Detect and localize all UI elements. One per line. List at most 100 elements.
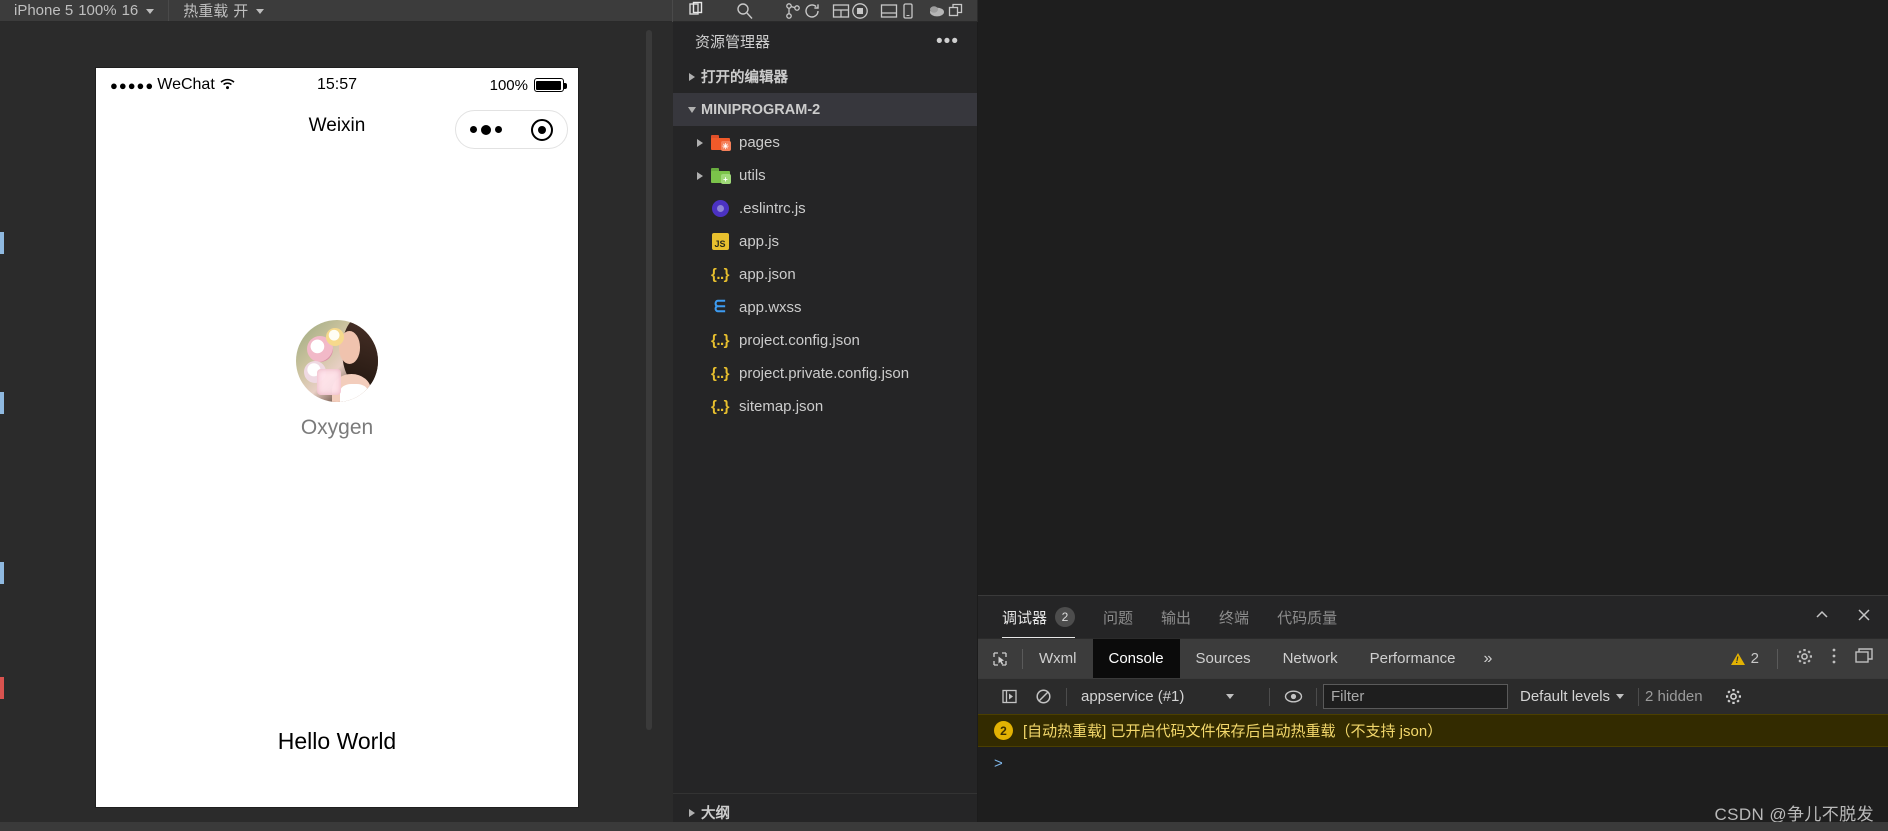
activity-icon-group [672,0,948,22]
devtools-settings-gear-icon[interactable] [1796,648,1813,670]
bottom-strip [0,822,1888,831]
chrome-tab-sources[interactable]: Sources [1180,639,1267,678]
toolbar-divider [1066,687,1067,706]
tree-item-label: app.wxss [739,299,802,316]
inspect-element-icon[interactable] [978,639,1022,678]
dock-side-icon[interactable] [1855,647,1874,670]
chevron-up-icon[interactable] [1814,607,1830,627]
simulator-scrollbar[interactable] [646,30,652,730]
carrier-label: WeChat [157,76,215,93]
chrome-tab-label: Wxml [1039,650,1077,667]
tab-debugger[interactable]: 调试器 2 [1002,596,1076,638]
debug-panel-icon[interactable] [878,0,900,22]
section-open-editors[interactable]: 打开的编辑器 [673,60,977,93]
warning-count-label: 2 [1750,650,1759,667]
console-prompt[interactable]: > [978,747,1888,772]
chevron-down-icon [1616,694,1625,699]
chrome-tab-label: Console [1108,650,1164,667]
tree-item-label: sitemap.json [739,398,824,415]
editor-area[interactable] [978,0,1888,595]
explorer-sidebar: 资源管理器 ••• 打开的编辑器 MINIPROGRAM-2 ✳ pages +… [673,22,978,831]
avatar[interactable] [296,320,378,402]
tree-item-app-json[interactable]: {..} app.json [673,258,977,291]
source-control-icon[interactable] [782,0,804,22]
tab-code-quality[interactable]: 代码质量 [1277,596,1337,638]
copy-icon[interactable] [945,0,967,22]
tree-item-project-private-config[interactable]: {..} project.private.config.json [673,357,977,390]
tab-terminal-label: 终端 [1219,609,1250,627]
console-context-selector[interactable]: appservice (#1) [1073,688,1263,705]
devtools-panel-actions [1814,596,1872,638]
console-toolbar: appservice (#1) Default levels 2 hidden [978,678,1888,714]
tree-item-eslintrc[interactable]: .eslintrc.js [673,192,977,225]
tree-item-app-wxss[interactable]: ᗱ app.wxss [673,291,977,324]
chrome-tab-network[interactable]: Network [1267,639,1354,678]
cloud-icon[interactable] [926,0,948,22]
layout-icon[interactable] [830,0,852,22]
tree-item-pages[interactable]: ✳ pages [673,126,977,159]
console-message-warning[interactable]: 2 [自动热重载] 已开启代码文件保存后自动热重载（不支持 json） [978,714,1888,747]
simulator-device-label: iPhone 5 [14,2,74,19]
weixin-capsule[interactable] [455,110,568,149]
eslint-icon [709,200,731,217]
target-circle-icon[interactable] [530,118,553,141]
tree-item-label: project.config.json [739,332,860,349]
chevron-right-icon [691,139,709,147]
simulator-device-selector[interactable]: iPhone 5 100% 16 [0,0,168,21]
tab-problems[interactable]: 问题 [1103,596,1133,638]
chrome-tab-wxml[interactable]: Wxml [1023,639,1093,678]
devtools-panel-tabs: 调试器 2 问题 输出 终端 代码质量 [978,596,1888,638]
simulator-area: ●●●●● WeChat 15:57 100% Weixin Oxygen He… [0,22,672,831]
tree-item-label: utils [739,167,766,184]
more-dots-icon[interactable] [470,124,503,135]
chrome-tabs-overflow-icon[interactable]: » [1471,639,1504,678]
hot-reload-selector[interactable]: 热重载 开 [169,0,278,21]
tab-debugger-badge: 2 [1055,607,1076,627]
chevron-right-icon [691,172,709,180]
tab-terminal[interactable]: 终端 [1219,596,1249,638]
tree-item-app-js[interactable]: JS app.js [673,225,977,258]
section-project-root[interactable]: MINIPROGRAM-2 [673,93,977,126]
search-icon[interactable] [734,0,756,22]
console-settings-gear-icon[interactable] [1717,679,1751,714]
json-icon: {..} [710,365,730,382]
json-icon: {..} [710,398,730,415]
chrome-tab-console[interactable]: Console [1092,639,1180,678]
tree-item-project-config[interactable]: {..} project.config.json [673,324,977,357]
step-into-icon[interactable] [992,679,1026,714]
hot-reload-state: 开 [233,3,249,20]
chrome-tab-label: Performance [1369,650,1456,667]
console-log-levels-selector[interactable]: Default levels [1520,688,1625,705]
tab-output[interactable]: 输出 [1161,596,1191,638]
explorer-more-icon[interactable]: ••• [936,32,959,51]
wifi-icon [220,75,235,95]
tree-item-label: app.json [739,266,796,283]
devtools-panel: 调试器 2 问题 输出 终端 代码质量 Wxml Console Sources… [978,595,1888,831]
toolbar-divider [1316,687,1317,706]
hot-reload-label: 热重载 [183,3,229,20]
live-expression-icon[interactable] [1276,679,1310,714]
close-icon[interactable] [1856,607,1872,627]
hello-world-text: Hello World [277,728,397,754]
devtools-kebab-menu-icon[interactable] [1831,647,1837,670]
tree-item-sitemap-json[interactable]: {..} sitemap.json [673,390,977,423]
chrome-tabs-right-actions: 2 [1730,639,1888,678]
css-icon: ᗱ [714,298,726,316]
nickname-label: Oxygen [300,416,374,439]
page-title: Weixin [308,115,366,136]
phone-simulator[interactable]: ●●●●● WeChat 15:57 100% Weixin Oxygen He… [96,68,578,807]
clear-console-icon[interactable] [1026,679,1060,714]
tree-item-utils[interactable]: + utils [673,159,977,192]
folder-icon: + [709,168,731,184]
tab-code-quality-label: 代码质量 [1277,609,1338,627]
chevron-down-icon [1226,694,1235,699]
chevron-down-icon [683,107,701,113]
chrome-tab-performance[interactable]: Performance [1354,639,1472,678]
warning-count-chip[interactable]: 2 [1730,650,1759,667]
chrome-tab-label: Sources [1195,650,1251,667]
explorer-icon[interactable] [686,0,708,22]
status-time: 15:57 [316,76,358,93]
console-filter-input[interactable] [1323,684,1508,709]
app-root: iPhone 5 100% 16 热重载 开 ●●●●● WeChat 15:5… [0,0,1888,831]
folder-icon: ✳ [709,135,731,151]
